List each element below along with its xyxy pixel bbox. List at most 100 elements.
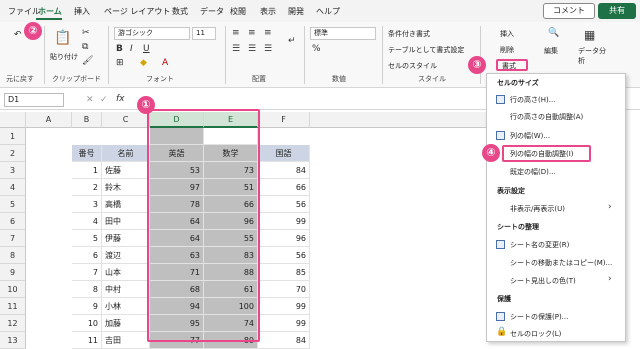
- tab-data[interactable]: データ: [200, 6, 224, 17]
- menu-item-lock-cell[interactable]: セルのロック(L): [510, 329, 561, 339]
- cell-japanese[interactable]: 99: [258, 298, 310, 315]
- align-center-icon[interactable]: ☰: [248, 44, 256, 54]
- comment-button[interactable]: コメント: [543, 3, 595, 19]
- row-header[interactable]: 3: [0, 162, 26, 179]
- menu-item-hide-unhide[interactable]: 非表示/再表示(U): [510, 204, 565, 214]
- underline-icon[interactable]: U: [143, 44, 150, 54]
- tab-file[interactable]: ファイル: [8, 6, 40, 17]
- cell-name[interactable]: 吉田: [102, 332, 150, 349]
- cell-japanese[interactable]: 84: [258, 162, 310, 179]
- font-size-select[interactable]: 11: [192, 27, 216, 40]
- header-cell-name[interactable]: 名前: [102, 145, 150, 162]
- cell-name[interactable]: 渡辺: [102, 247, 150, 264]
- align-middle-icon[interactable]: ≡: [248, 28, 256, 38]
- select-all-corner[interactable]: [0, 112, 26, 128]
- cell-number[interactable]: 10: [72, 315, 102, 332]
- number-format-select[interactable]: 標準: [310, 27, 376, 40]
- border-icon[interactable]: ⊞: [116, 58, 124, 68]
- row-header[interactable]: 6: [0, 213, 26, 230]
- row-header[interactable]: 7: [0, 230, 26, 247]
- cell-number[interactable]: 4: [72, 213, 102, 230]
- find-icon[interactable]: 🔍: [548, 28, 559, 38]
- menu-item-protect-sheet[interactable]: シートの保護(P)...: [510, 312, 568, 322]
- cell-japanese[interactable]: 99: [258, 213, 310, 230]
- cell-number[interactable]: 5: [72, 230, 102, 247]
- align-top-icon[interactable]: ≡: [232, 28, 240, 38]
- row-header[interactable]: 9: [0, 264, 26, 281]
- column-header-f[interactable]: F: [258, 112, 310, 128]
- column-header-b[interactable]: B: [72, 112, 102, 128]
- font-color-icon[interactable]: A: [162, 58, 168, 68]
- cell-name[interactable]: 高橋: [102, 196, 150, 213]
- tab-help[interactable]: ヘルプ: [316, 6, 340, 17]
- menu-item-rename-sheet[interactable]: シート名の変更(R): [510, 240, 569, 250]
- menu-item-column-width[interactable]: 列の幅(W)...: [510, 131, 550, 141]
- edit-button[interactable]: 編集: [544, 46, 558, 56]
- paste-icon[interactable]: 📋: [54, 30, 71, 46]
- cell-number[interactable]: 3: [72, 196, 102, 213]
- cell-name[interactable]: 加藤: [102, 315, 150, 332]
- tab-developer[interactable]: 開発: [288, 6, 304, 17]
- tab-formulas[interactable]: 数式: [172, 6, 188, 17]
- row-header[interactable]: 2: [0, 145, 26, 162]
- name-box[interactable]: D1: [4, 93, 64, 107]
- cell-number[interactable]: 7: [72, 264, 102, 281]
- tab-page-layout[interactable]: ページ レイアウト: [104, 6, 170, 17]
- align-bottom-icon[interactable]: ≡: [264, 28, 272, 38]
- align-right-icon[interactable]: ☰: [264, 44, 272, 54]
- cell-name[interactable]: 伊藤: [102, 230, 150, 247]
- cell-number[interactable]: 2: [72, 179, 102, 196]
- cancel-icon[interactable]: ✕: [86, 95, 94, 105]
- bold-icon[interactable]: B: [116, 44, 123, 54]
- row-header[interactable]: 13: [0, 332, 26, 349]
- tab-home[interactable]: ホーム: [38, 6, 62, 17]
- function-icon[interactable]: fx: [116, 94, 125, 104]
- cell-number[interactable]: 1: [72, 162, 102, 179]
- conditional-format-button[interactable]: 条件付き書式: [388, 29, 430, 39]
- cell-name[interactable]: 佐藤: [102, 162, 150, 179]
- cell-styles-button[interactable]: セルのスタイル: [388, 61, 437, 71]
- cell-number[interactable]: 8: [72, 281, 102, 298]
- menu-item-move-copy[interactable]: シートの移動またはコピー(M)...: [510, 258, 612, 268]
- row-header[interactable]: 10: [0, 281, 26, 298]
- format-as-table-button[interactable]: テーブルとして書式設定: [388, 45, 464, 55]
- menu-item-default-width[interactable]: 既定の幅(D)...: [510, 167, 556, 177]
- cell-japanese[interactable]: 70: [258, 281, 310, 298]
- analyze-data-button[interactable]: データ分析: [578, 46, 608, 66]
- tab-review[interactable]: 校閲: [230, 6, 246, 17]
- font-name-select[interactable]: 游ゴシック: [114, 27, 190, 40]
- cell-japanese[interactable]: 96: [258, 230, 310, 247]
- tab-insert[interactable]: 挿入: [74, 6, 90, 17]
- cell-japanese[interactable]: 56: [258, 247, 310, 264]
- row-header[interactable]: 1: [0, 128, 26, 145]
- align-left-icon[interactable]: ☰: [232, 44, 240, 54]
- analyze-data-icon[interactable]: ▦: [584, 28, 595, 42]
- fill-color-icon[interactable]: ◆: [140, 58, 147, 68]
- undo-icon[interactable]: ↶: [14, 30, 22, 40]
- cell-name[interactable]: 小林: [102, 298, 150, 315]
- menu-item-row-height[interactable]: 行の高さ(H)...: [510, 95, 555, 105]
- row-header[interactable]: 8: [0, 247, 26, 264]
- header-cell-no[interactable]: 番号: [72, 145, 102, 162]
- cell-name[interactable]: 田中: [102, 213, 150, 230]
- italic-icon[interactable]: I: [130, 44, 133, 54]
- paste-label[interactable]: 貼り付け: [50, 52, 78, 62]
- cell-japanese[interactable]: 84: [258, 332, 310, 349]
- cut-icon[interactable]: ✂: [82, 28, 90, 38]
- cell-name[interactable]: 中村: [102, 281, 150, 298]
- column-header-c[interactable]: C: [102, 112, 150, 128]
- currency-icon[interactable]: %: [312, 44, 321, 54]
- row-header[interactable]: 5: [0, 196, 26, 213]
- menu-item-tab-color[interactable]: シート見出しの色(T): [510, 276, 576, 286]
- cell-japanese[interactable]: 56: [258, 196, 310, 213]
- cell-number[interactable]: 6: [72, 247, 102, 264]
- format-painter-icon[interactable]: 🖌: [82, 56, 93, 66]
- cell-japanese[interactable]: 85: [258, 264, 310, 281]
- cell-japanese[interactable]: 99: [258, 315, 310, 332]
- cell-number[interactable]: 11: [72, 332, 102, 349]
- row-header[interactable]: 11: [0, 298, 26, 315]
- cell-name[interactable]: 鈴木: [102, 179, 150, 196]
- tab-view[interactable]: 表示: [260, 6, 276, 17]
- row-header[interactable]: 12: [0, 315, 26, 332]
- share-button[interactable]: 共有: [598, 3, 636, 19]
